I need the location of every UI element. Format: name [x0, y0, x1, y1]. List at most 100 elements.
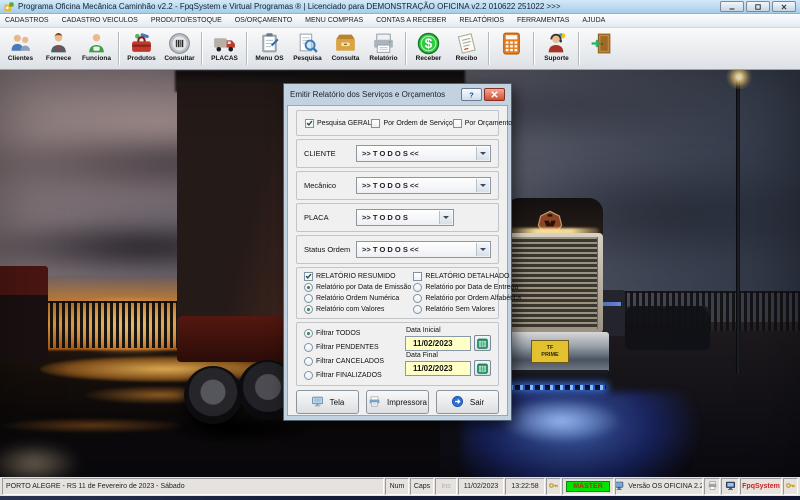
- toolbar-button-relat-rio[interactable]: Relatório: [365, 29, 402, 68]
- exit-door-icon: [589, 31, 614, 56]
- menu-item-produto-estoque[interactable]: PRODUTO/ESTOQUE: [151, 17, 222, 24]
- status-brand: FpqSystem: [740, 478, 782, 495]
- radio-filtrar-cancelados[interactable]: Filtrar CANCELADOS: [304, 356, 405, 366]
- toolbar-button-funciona[interactable]: Funciona: [78, 29, 115, 68]
- toolbar-button-calculator[interactable]: [493, 29, 530, 68]
- radio-relat-rio-por-data-de-entrega[interactable]: Relatório por Data de Entrega: [413, 282, 521, 292]
- toolbar-button-exit-door[interactable]: [583, 29, 620, 68]
- combo-cliente[interactable]: >> T O D O S <<: [356, 145, 491, 162]
- combo-label: PLACA: [304, 213, 329, 222]
- radio-relat-rio-por-data-de-emiss-o[interactable]: Relatório por Data de Emissão: [304, 282, 411, 292]
- toolbar-separator: [201, 32, 203, 65]
- checkbox-por-or-amento[interactable]: Por Orçamento: [452, 118, 512, 128]
- tela-button[interactable]: Tela: [296, 390, 359, 414]
- checkbox-box: [371, 118, 381, 128]
- radio-button: [304, 370, 313, 380]
- toolbar-button-receber[interactable]: $ Receber: [410, 29, 447, 68]
- barcode-icon: [167, 31, 192, 56]
- radio-button: [304, 356, 313, 366]
- toolbar-button-suporte[interactable]: Suporte: [538, 29, 575, 68]
- window-title: Programa Oficina Mecânica Caminhão v2.2 …: [18, 2, 561, 11]
- filter-group: Filtrar TODOS Filtrar PENDENTES Filtrar CA…: [296, 322, 499, 386]
- toolbar-button-recibo[interactable]: Recibo: [448, 29, 485, 68]
- toolbar-button-label: Fornece: [45, 55, 72, 62]
- toolbar-button-pesquisa[interactable]: Pesquisa: [289, 29, 326, 68]
- dialog-title-bar[interactable]: Emitir Relatório dos Serviços e Orçament…: [287, 84, 508, 105]
- radio-button: [413, 294, 423, 304]
- combo-label: Mecânico: [304, 181, 337, 190]
- chevron-down-icon: [476, 179, 489, 192]
- toolbox-icon: [129, 31, 154, 56]
- dialog-buttons: Tela Impressora Sair: [296, 390, 499, 414]
- status-key-icon: [783, 478, 798, 495]
- toolbar-button-label: Relatório: [369, 55, 398, 62]
- impressora-button[interactable]: Impressora: [366, 390, 429, 414]
- menu-item-contas-a-receber[interactable]: CONTAS A RECEBER: [376, 17, 446, 24]
- status-version: Versão OS OFICINA 2.2: [615, 478, 703, 495]
- radio-relat-rio-por-ordem-alfab-tica[interactable]: Relatório por Ordem Alfabética: [413, 294, 522, 304]
- menu-item-ajuda[interactable]: AJUDA: [582, 17, 605, 24]
- status-11-02-2023: 11/02/2023: [458, 478, 504, 495]
- combo-value: >> T O D O S <<: [362, 181, 419, 190]
- toolbar-button-menu-os[interactable]: Menu OS: [251, 29, 288, 68]
- toolbar-button-fornece[interactable]: Fornece: [40, 29, 77, 68]
- checkbox-label: RELATÓRIO RESUMIDO: [316, 272, 396, 280]
- radio-filtrar-pendentes[interactable]: Filtrar PENDENTES: [304, 342, 405, 352]
- date-initial-field[interactable]: 11/02/2023: [405, 335, 471, 351]
- menu-item-os-or-amento[interactable]: OS/ORÇAMENTO: [235, 17, 292, 24]
- help-button[interactable]: ?: [461, 88, 482, 101]
- combo-mec-nico[interactable]: >> T O D O S <<: [356, 177, 491, 194]
- radio-relat-rio-ordem-num-rica[interactable]: Relatório Ordem Numérica: [304, 294, 411, 304]
- checkbox-pesquisa-geral[interactable]: Pesquisa GERAL: [305, 118, 372, 128]
- printer-small-icon: [707, 480, 718, 493]
- sair-button[interactable]: Sair: [436, 390, 499, 414]
- svg-text:$: $: [425, 36, 433, 51]
- toolbar-button-consulta[interactable]: Consulta: [327, 29, 364, 68]
- employee-icon: [84, 31, 109, 56]
- date-final-field[interactable]: 11/02/2023: [405, 360, 471, 376]
- toolbar-button-produtos[interactable]: Produtos: [123, 29, 160, 68]
- menu-item-menu-compras[interactable]: MENU COMPRAS: [305, 17, 363, 24]
- menu-item-cadastro-veiculos[interactable]: CADASTRO VEICULOS: [62, 17, 138, 24]
- radio-label: Relatório por Ordem Alfabética: [425, 295, 522, 303]
- toolbar-button-clientes[interactable]: Clientes: [2, 29, 39, 68]
- radio-filtrar-finalizados[interactable]: Filtrar FINALIZADOS: [304, 370, 405, 380]
- radio-label: Relatório com Valores: [316, 306, 385, 314]
- radio-label: Filtrar TODOS: [316, 329, 361, 337]
- menu-item-cadastros[interactable]: CADASTROS: [5, 17, 49, 24]
- toolbar-separator: [246, 32, 248, 65]
- combo-groups: CLIENTE >> T O D O S << Mecânico >> T O D O…: [296, 139, 499, 264]
- minimize-button[interactable]: [720, 1, 744, 12]
- radio-relat-rio-com-valores[interactable]: Relatório com Valores: [304, 305, 411, 315]
- checkbox-relat-rio-detalhado[interactable]: RELATÓRIO DETALHADO: [413, 271, 521, 281]
- checkbox-relat-rio-resumido[interactable]: RELATÓRIO RESUMIDO: [304, 271, 411, 281]
- radio-relat-rio-sem-valores[interactable]: Relatório Sem Valores: [413, 305, 521, 315]
- radio-filtrar-todos[interactable]: Filtrar TODOS: [304, 328, 405, 338]
- exit-arrow-icon: [451, 395, 464, 410]
- display-icon: [725, 480, 736, 493]
- menu-item-ferramentas[interactable]: FERRAMENTAS: [517, 17, 569, 24]
- status-text: Versão OS OFICINA 2.2: [628, 483, 703, 490]
- radio-button: [304, 305, 313, 315]
- calendar-button[interactable]: [474, 335, 491, 351]
- combo-placa[interactable]: >> T O D O S: [356, 209, 454, 226]
- radio-label: Relatório por Data de Entrega: [425, 283, 519, 291]
- dialog-close-button[interactable]: [484, 88, 505, 101]
- menu-item-relat-rios[interactable]: RELATÓRIOS: [459, 17, 504, 24]
- printer-icon: [371, 31, 396, 56]
- combo-status-ordem[interactable]: >> T O D O S <<: [356, 241, 491, 258]
- toolbar-button-label: Clientes: [7, 55, 34, 62]
- checkbox-label: RELATÓRIO DETALHADO: [425, 272, 510, 280]
- close-button[interactable]: [772, 1, 796, 12]
- search-type-group: Pesquisa GERAL Por Ordem de Serviço Por Or…: [296, 110, 512, 136]
- toolbar-button-placas[interactable]: PLACAS: [206, 29, 243, 68]
- checkbox-por-ordem-de-servi-o[interactable]: Por Ordem de Serviço: [371, 118, 453, 128]
- calendar-button[interactable]: [474, 360, 491, 376]
- chevron-down-icon: [476, 147, 489, 160]
- report-dialog: Emitir Relatório dos Serviços e Orçament…: [283, 83, 521, 421]
- status-text: Caps: [413, 483, 431, 490]
- toolbar-button-label: Suporte: [544, 55, 569, 62]
- maximize-button[interactable]: [746, 1, 770, 12]
- checkbox-label: Pesquisa GERAL: [317, 119, 372, 127]
- toolbar-button-consultar[interactable]: Consultar: [161, 29, 198, 68]
